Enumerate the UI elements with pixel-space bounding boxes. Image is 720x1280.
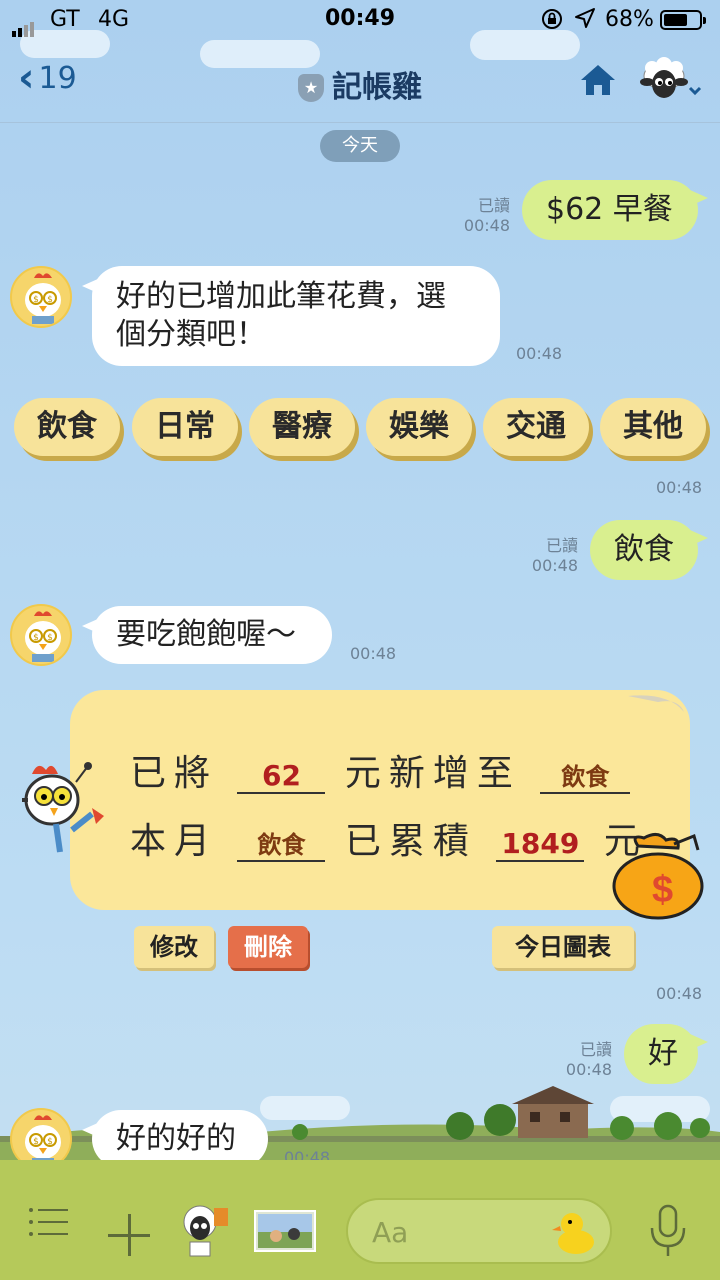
- message-time: 00:48: [516, 344, 563, 363]
- microphone-icon[interactable]: [648, 1204, 688, 1264]
- quick-reply-entertainment[interactable]: 娛樂: [366, 398, 472, 456]
- location-icon: [574, 7, 596, 35]
- plus-icon[interactable]: [106, 1212, 152, 1262]
- robot-chicken-mascot-icon: [22, 762, 104, 853]
- svg-text:$: $: [47, 295, 53, 305]
- month-category-value: 飲食: [237, 825, 326, 862]
- battery-icon: [660, 10, 706, 30]
- official-badge-icon: ★: [298, 74, 324, 102]
- quick-reply-food[interactable]: 飲食: [14, 398, 120, 456]
- message-text: 飲食: [614, 532, 674, 567]
- read-receipt: 已讀: [545, 536, 578, 555]
- read-receipt: 已讀: [579, 1040, 612, 1059]
- bot-avatar[interactable]: $ $: [10, 266, 72, 328]
- card-row-added: 已將 62 元新增至 飲食: [130, 744, 631, 796]
- quick-reply-transport[interactable]: 交通: [483, 398, 589, 456]
- message-text: 好的好的: [116, 1121, 236, 1156]
- card-text: 已將: [130, 753, 219, 794]
- card-text: 元新增至: [344, 753, 521, 794]
- message-text-line: 個分類吧！: [116, 317, 266, 352]
- menu-icon[interactable]: [28, 1206, 68, 1242]
- card-row-monthly: 本月 飲食 已累積 1849 元: [130, 812, 648, 864]
- category-value: 飲食: [540, 757, 631, 794]
- battery-percent: 68%: [605, 7, 654, 32]
- page-curl-decoration: [628, 695, 684, 712]
- money-symbol: $: [652, 869, 673, 911]
- incoming-message[interactable]: 好的已增加此筆花費，選 個分類吧！: [82, 266, 500, 366]
- chat-header: ‹ 19 ★ 記帳雞: [0, 40, 720, 122]
- message-time: 00:48: [463, 216, 510, 235]
- incoming-message[interactable]: 要吃飽飽喔～: [82, 606, 332, 664]
- chat-title-text: 記帳雞: [332, 70, 422, 105]
- message-text: $62 早餐: [546, 192, 673, 227]
- svg-text:$: $: [47, 633, 53, 643]
- account-sheep-icon[interactable]: [640, 56, 702, 104]
- outgoing-message[interactable]: 飲食: [590, 520, 708, 580]
- rotation-lock-icon: [540, 7, 564, 37]
- amount-value: 62: [237, 759, 326, 794]
- header-divider: [0, 122, 720, 123]
- quick-reply-medical[interactable]: 醫療: [249, 398, 355, 456]
- bot-avatar[interactable]: $ $: [10, 604, 72, 666]
- message-time: 00:48: [656, 984, 703, 1003]
- message-time: 00:48: [565, 1060, 612, 1079]
- expense-summary-card[interactable]: 已將 62 元新增至 飲食 本月 飲食 已累積 1849 元: [70, 690, 690, 910]
- outgoing-message[interactable]: $62 早餐: [522, 180, 708, 240]
- message-input[interactable]: Aa: [346, 1198, 612, 1264]
- date-separator: 今天: [320, 130, 400, 162]
- quick-reply-daily[interactable]: 日常: [132, 398, 238, 456]
- svg-text:$: $: [47, 1137, 53, 1147]
- message-meta: 已讀 00:48: [440, 196, 510, 236]
- money-bag-icon: $: [612, 833, 704, 920]
- status-bar: GT 4G 00:49 68%: [0, 0, 720, 40]
- battery-fill: [664, 14, 687, 26]
- edit-button[interactable]: 修改: [134, 926, 214, 968]
- card-text: 本月: [130, 821, 219, 862]
- message-meta: 已讀 00:48: [508, 536, 578, 576]
- card-text: 已累積: [344, 821, 477, 862]
- message-text: 好: [648, 1036, 678, 1071]
- read-receipt: 已讀: [477, 196, 510, 215]
- today-chart-button[interactable]: 今日圖表: [492, 926, 634, 968]
- sticker-icon[interactable]: [178, 1200, 234, 1262]
- input-placeholder: Aa: [372, 1216, 409, 1249]
- outgoing-message[interactable]: 好: [624, 1024, 708, 1084]
- message-text-line: 好的已增加此筆花費，選: [116, 279, 446, 314]
- svg-text:$: $: [33, 295, 39, 305]
- quick-reply-other[interactable]: 其他: [600, 398, 706, 456]
- home-icon[interactable]: [578, 62, 618, 98]
- delete-button[interactable]: 刪除: [228, 926, 308, 968]
- message-time: 00:48: [531, 556, 578, 575]
- message-time: 00:48: [350, 644, 397, 663]
- photo-icon[interactable]: [254, 1210, 316, 1256]
- message-time: 00:48: [656, 478, 703, 497]
- svg-text:$: $: [33, 633, 39, 643]
- message-text: 要吃飽飽喔～: [116, 617, 296, 652]
- month-total-value: 1849: [496, 827, 585, 862]
- svg-text:$: $: [33, 1137, 39, 1147]
- message-meta: 已讀 00:48: [542, 1040, 612, 1080]
- emoji-duck-icon[interactable]: [552, 1208, 598, 1256]
